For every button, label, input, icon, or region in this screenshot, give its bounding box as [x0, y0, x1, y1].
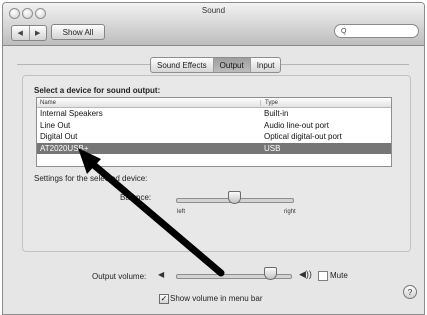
- device-row-line-out[interactable]: Line Out Audio line-out port: [37, 120, 391, 132]
- speaker-low-icon: ◀: [158, 270, 165, 279]
- balance-label: Balance:: [120, 193, 152, 202]
- output-volume-slider-thumb[interactable]: [264, 267, 277, 280]
- select-device-label: Select a device for sound output:: [34, 86, 161, 95]
- device-type: Built-in: [264, 109, 289, 119]
- tab-bar: Sound Effects Output Input: [150, 57, 282, 73]
- back-icon[interactable]: ◀: [12, 26, 29, 40]
- device-name: Digital Out: [40, 132, 78, 142]
- column-header-type[interactable]: Type: [260, 99, 391, 106]
- balance-slider-thumb[interactable]: [228, 191, 241, 204]
- device-type: USB: [264, 143, 281, 153]
- mute-label: Mute: [330, 271, 348, 280]
- table-header: Name Type: [37, 98, 391, 108]
- forward-icon[interactable]: ▶: [28, 26, 47, 40]
- show-volume-checkbox[interactable]: ✓: [159, 294, 169, 304]
- tab-sound-effects[interactable]: Sound Effects: [151, 58, 213, 72]
- sound-window: Sound ◀ ▶ Show All Q Sound Effects Outpu…: [2, 2, 425, 315]
- balance-right-label: right: [284, 209, 296, 215]
- device-type: Audio line-out port: [264, 120, 329, 130]
- navigation-buttons: ◀ ▶: [11, 25, 47, 41]
- tab-output[interactable]: Output: [212, 58, 250, 72]
- search-icon: Q: [341, 27, 347, 35]
- speaker-high-icon: ◀)): [299, 269, 312, 279]
- device-row-digital-out[interactable]: Digital Out Optical digital-out port: [37, 131, 391, 143]
- title-bar: Sound ◀ ▶ Show All Q: [3, 3, 424, 46]
- device-name: Internal Speakers: [40, 109, 103, 119]
- device-table[interactable]: Name Type Internal Speakers Built-in Lin…: [36, 97, 392, 167]
- window-title: Sound: [201, 6, 226, 15]
- device-name: AT2020USB+: [40, 143, 89, 153]
- settings-label: Settings for the selected device:: [34, 174, 148, 183]
- balance-left-label: left: [177, 209, 186, 215]
- device-row-internal-speakers[interactable]: Internal Speakers Built-in: [37, 108, 391, 120]
- device-row-at2020usb[interactable]: AT2020USB+ USB: [37, 142, 391, 154]
- search-field[interactable]: Q: [334, 24, 419, 38]
- device-name: Line Out: [40, 120, 71, 130]
- column-header-name[interactable]: Name: [37, 100, 260, 106]
- help-icon[interactable]: ?: [403, 285, 417, 299]
- show-volume-label: Show volume in menu bar: [170, 294, 263, 303]
- mute-checkbox[interactable]: [318, 271, 328, 281]
- tab-input[interactable]: Input: [249, 58, 281, 72]
- output-volume-label: Output volume:: [92, 272, 147, 281]
- device-type: Optical digital-out port: [264, 132, 342, 142]
- show-all-button[interactable]: Show All: [51, 24, 105, 40]
